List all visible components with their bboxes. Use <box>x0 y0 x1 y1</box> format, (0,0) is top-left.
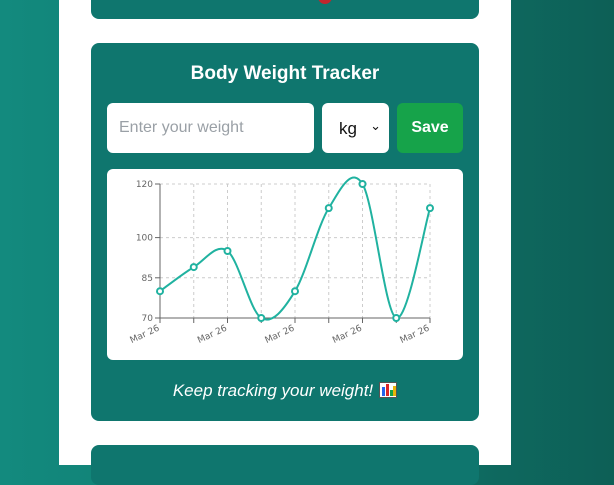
data-point <box>189 263 198 272</box>
y-tick-label: 120 <box>136 180 153 190</box>
previous-card <box>91 0 479 19</box>
x-tick-label: Mar 26 <box>196 324 229 346</box>
weight-tracker-card: Body Weight Tracker kg ⌄ Save 70 85 100 120… <box>91 43 479 421</box>
y-tick-label: 70 <box>142 314 154 324</box>
save-button[interactable]: Save <box>397 103 463 153</box>
data-point <box>392 314 401 322</box>
x-tick-label: Mar 26 <box>399 324 432 346</box>
data-point <box>291 287 299 296</box>
x-tick-label: Mar 26 <box>264 324 297 346</box>
x-tick-label: Mar 26 <box>331 324 364 346</box>
data-point <box>324 204 333 213</box>
data-point <box>358 180 367 188</box>
weight-chart-svg: 70 85 100 120 Mar 26 Mar 26 Mar 26 Mar 26 Mar 26 <box>129 176 434 346</box>
x-tick-label: Mar 26 <box>129 324 162 346</box>
y-tick-label: 85 <box>142 274 153 284</box>
footer-message: Keep tracking your weight! <box>91 381 479 401</box>
chevron-down-icon: ⌄ <box>370 118 381 133</box>
card-title: Body Weight Tracker <box>190 63 380 84</box>
bar-chart-icon <box>379 382 398 398</box>
footer-message-text: Keep tracking your weight! <box>172 381 374 400</box>
y-tick-label: 100 <box>136 234 153 244</box>
next-card <box>91 445 479 485</box>
emoji-icon <box>318 0 332 4</box>
weight-chart: 70 85 100 120 Mar 26 Mar 26 Mar 26 Mar 26 Mar 26 <box>107 169 463 360</box>
data-point <box>257 314 266 322</box>
unit-select-value: kg <box>339 119 357 138</box>
data-point <box>223 247 232 255</box>
unit-select[interactable]: kg ⌄ <box>322 103 389 153</box>
weight-input[interactable] <box>107 103 314 153</box>
data-point <box>426 204 434 213</box>
data-point <box>156 287 164 296</box>
